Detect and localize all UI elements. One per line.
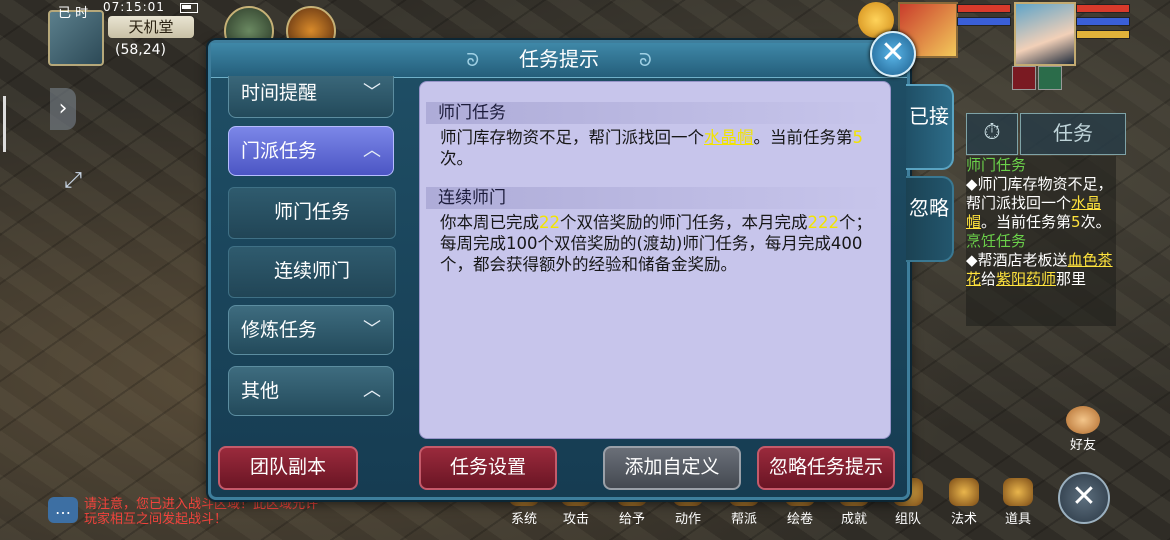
tracker-npc-link[interactable]: 紫阳药师: [996, 270, 1056, 288]
task-category-list[interactable]: 时间提醒 ﹀ 门派任务 ︿ 师门任务 连续师门 修炼任务 ﹀ 其他 ︿: [226, 76, 400, 426]
player-status-bars: [1076, 4, 1130, 43]
menu-label: 系统: [510, 512, 537, 527]
chevron-up-icon: ︿: [363, 140, 381, 161]
category-label: 修炼任务: [241, 319, 318, 341]
ornament-icon: ᘐ: [466, 50, 479, 71]
game-day-label: 已 时: [58, 6, 89, 21]
treasure-chest-icon: [1003, 478, 1033, 506]
category-training-task[interactable]: 修炼任务 ﹀: [228, 305, 394, 355]
count-highlight: 22: [539, 213, 560, 232]
section-text: 你本周已完成22个双倍奖励的师门任务，本月完成222个；每周完成100个双倍奖励…: [440, 212, 876, 275]
text-run: 次。: [440, 149, 473, 168]
menu-items-button[interactable]: 道具: [998, 478, 1038, 528]
ignore-task-tips-button[interactable]: 忽略任务提示: [757, 446, 895, 490]
menu-label: 组队: [894, 512, 921, 527]
dialog-close-button[interactable]: ✕: [870, 31, 916, 77]
task-tracker-tab[interactable]: 任务: [1020, 113, 1126, 155]
count-highlight: 5: [852, 128, 864, 147]
tracker-entry-title: 烹饪任务: [966, 232, 1027, 250]
tracker-text: 。当前任务第: [981, 213, 1072, 231]
dialog-title-bar: ᘐ 任务提示 ᘐ: [211, 43, 907, 78]
menu-label: 帮派: [730, 512, 757, 527]
menu-label: 动作: [674, 512, 701, 527]
player-portrait[interactable]: [1014, 2, 1076, 66]
pet-status-bars: [957, 4, 1011, 30]
tracker-entry[interactable]: 烹饪任务 ◆帮酒店老板送血色茶花给紫阳药师那里: [966, 232, 1116, 289]
count-highlight: 222: [807, 213, 840, 232]
expand-arrow-icon[interactable]: ›: [50, 88, 76, 130]
tracker-entry-title: 师门任务: [966, 156, 1027, 174]
chat-bubble-icon[interactable]: …: [48, 497, 78, 523]
tracker-entry[interactable]: 师门任务 ◆师门库存物资不足，帮门派找回一个水晶帽。当前任务第5次。: [966, 156, 1116, 232]
text-run: 师门库存物资不足，帮门派找回一个: [440, 128, 704, 147]
tab-ignored[interactable]: 忽略: [906, 176, 954, 262]
system-chat-message: 请注意，您已进入战斗区域！此区域允许玩家相互之间发起战斗！: [84, 497, 319, 527]
category-other[interactable]: 其他 ︿: [228, 366, 394, 416]
fullscreen-icon[interactable]: ⤢: [56, 164, 90, 198]
task-detail-panel[interactable]: 师门任务 师门库存物资不足，帮门派找回一个水晶帽。当前任务第5 次。 连续师门 你…: [419, 81, 891, 439]
tab-accepted[interactable]: 已接: [906, 84, 954, 170]
section-heading: 连续师门: [426, 187, 884, 209]
section-text: 师门库存物资不足，帮门派找回一个水晶帽。当前任务第5 次。: [440, 127, 876, 169]
subitem-continuous-sect[interactable]: 连续师门: [228, 246, 396, 298]
status-buff-icon[interactable]: [1038, 66, 1062, 90]
category-sect-task[interactable]: 门派任务 ︿: [228, 126, 394, 176]
text-run: 个双倍奖励的师门任务，本月完成: [560, 213, 808, 232]
friends-button[interactable]: 好友: [1060, 406, 1106, 453]
menu-label: 攻击: [562, 512, 589, 527]
menu-label: 成就: [840, 512, 867, 527]
screen-edge-marker: [3, 96, 6, 152]
text-run: 。当前任务第: [753, 128, 853, 147]
item-link[interactable]: 水晶帽: [704, 128, 754, 147]
dialog-title: 任务提示: [519, 47, 599, 71]
category-label: 其他: [241, 380, 280, 402]
clock-time: 07:15:01: [103, 0, 165, 14]
add-custom-button[interactable]: 添加自定义: [603, 446, 741, 490]
chevron-down-icon: ﹀: [363, 82, 381, 103]
location-coordinates: (58,24): [115, 42, 167, 58]
text-run: 你本周已完成: [440, 213, 539, 232]
task-settings-button[interactable]: 任务设置: [419, 446, 557, 490]
chevron-down-icon: ﹀: [363, 319, 381, 340]
timer-icon[interactable]: ⏱: [966, 113, 1018, 155]
menu-label: 道具: [1004, 512, 1031, 527]
tracker-count: 5: [1071, 213, 1081, 231]
minimap-hud: 已 时 07:15:01 天机堂 (58,24): [0, 0, 210, 70]
ornament-icon: ᘐ: [639, 50, 652, 71]
menu-label: 给予: [618, 512, 645, 527]
tracker-text: 那里: [1056, 270, 1087, 288]
menu-label: 绘卷: [786, 512, 813, 527]
category-label: 门派任务: [241, 140, 318, 162]
battery-icon: [180, 3, 198, 13]
category-time-reminder[interactable]: 时间提醒 ﹀: [228, 76, 394, 118]
handshake-icon: [1066, 406, 1100, 434]
subitem-sect-mission[interactable]: 师门任务: [228, 187, 396, 239]
menu-label: 法术: [950, 512, 977, 527]
collapse-menu-button[interactable]: ✕: [1058, 472, 1110, 524]
menu-spell-button[interactable]: 法术: [944, 478, 984, 528]
chevron-up-icon: ︿: [363, 380, 381, 401]
tracker-text: ◆帮酒店老板送: [966, 251, 1068, 269]
category-label: 时间提醒: [241, 82, 318, 104]
tracker-text: 次。: [1080, 213, 1111, 231]
location-name[interactable]: 天机堂: [108, 16, 194, 38]
tracker-text: 给: [981, 270, 997, 288]
section-heading: 师门任务: [426, 102, 884, 124]
spell-icon: [949, 478, 979, 506]
friends-label: 好友: [1069, 438, 1096, 453]
team-dungeon-button[interactable]: 团队副本: [218, 446, 358, 490]
quest-tracker-list[interactable]: 师门任务 ◆师门库存物资不足，帮门派找回一个水晶帽。当前任务第5次。 烹饪任务 …: [966, 156, 1116, 326]
heart-buff-icon[interactable]: [1012, 66, 1036, 90]
